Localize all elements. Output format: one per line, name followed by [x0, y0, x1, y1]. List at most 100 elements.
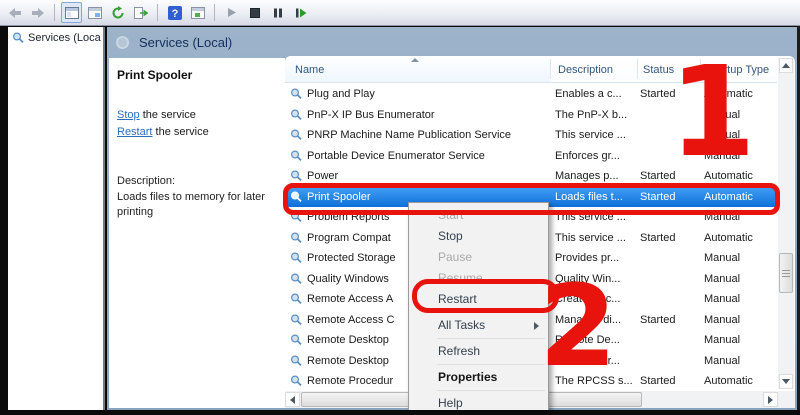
- service-desc: Creates a c...: [552, 293, 637, 305]
- tree-item-services-local[interactable]: Services (Loca: [8, 27, 103, 47]
- service-startup: Manual: [700, 314, 777, 326]
- pause-service-icon[interactable]: [267, 2, 288, 23]
- menu-item-start: Start: [409, 205, 548, 226]
- column-separator[interactable]: [700, 59, 701, 79]
- stop-service-line: Stop the service: [117, 107, 209, 124]
- service-name: Problem Reports: [307, 211, 390, 223]
- service-icon: [290, 334, 302, 346]
- extended-view-pane: Print Spooler Stop the service Restart t…: [109, 58, 285, 408]
- service-desc: Manages p...: [552, 170, 637, 182]
- show-action-pane-icon[interactable]: [187, 2, 208, 23]
- scroll-down-icon: [782, 379, 790, 384]
- service-desc: Quality Win...: [552, 273, 637, 285]
- toolbar-separator: [54, 4, 55, 21]
- service-name: PnP-X IP Bus Enumerator: [307, 109, 435, 121]
- start-service-icon[interactable]: [221, 2, 242, 23]
- scroll-right-button[interactable]: [763, 392, 778, 407]
- column-header-startup-type[interactable]: Startup Type: [707, 64, 769, 76]
- table-row[interactable]: PnP-X IP Bus Enumerator The PnP-X b... M…: [285, 105, 777, 126]
- service-name: Program Compat: [307, 232, 391, 244]
- column-separator[interactable]: [550, 59, 551, 79]
- service-icon: [290, 232, 302, 244]
- help-icon[interactable]: ?: [164, 2, 185, 23]
- service-startup: Manual: [700, 252, 777, 264]
- main-pane-title: Services (Local): [139, 35, 232, 50]
- submenu-arrow-icon: [534, 322, 539, 330]
- service-icon: [290, 170, 302, 182]
- description-label: Description:: [117, 175, 175, 187]
- scroll-left-button[interactable]: [285, 392, 300, 407]
- service-icon: [290, 129, 302, 141]
- toolbar-separator: [214, 4, 215, 21]
- service-startup: Manual: [700, 150, 777, 162]
- menu-item-all-tasks[interactable]: All Tasks: [409, 315, 548, 336]
- service-icon: [290, 293, 302, 305]
- services-mmc-window: ? Services (Loca Services (Local): [0, 0, 800, 415]
- service-startup: Manual: [700, 129, 777, 141]
- service-name: Print Spooler: [307, 191, 371, 203]
- main-pane-header: Services (Local): [107, 27, 797, 58]
- scroll-down-button[interactable]: [779, 374, 793, 389]
- service-startup: Automatic: [700, 88, 777, 100]
- service-startup: Manual: [700, 293, 777, 305]
- service-status: Started: [637, 88, 700, 100]
- service-desc: Remote De...: [552, 334, 637, 346]
- stop-service-link[interactable]: Stop: [117, 109, 140, 121]
- restart-service-icon[interactable]: [290, 2, 311, 23]
- show-console-tree-icon[interactable]: [61, 2, 82, 23]
- stop-service-icon[interactable]: [244, 2, 265, 23]
- service-name: Remote Desktop: [307, 355, 389, 367]
- service-icon: [290, 355, 302, 367]
- column-header-name[interactable]: Name: [295, 64, 324, 76]
- refresh-icon[interactable]: [107, 2, 128, 23]
- table-row[interactable]: PNRP Machine Name Publication Service Th…: [285, 125, 777, 146]
- service-startup: Manual: [700, 273, 777, 285]
- restart-service-link[interactable]: Restart: [117, 126, 152, 138]
- service-name: Remote Access C: [307, 314, 394, 326]
- table-row[interactable]: Portable Device Enumerator Service Enfor…: [285, 146, 777, 167]
- menu-item-stop[interactable]: Stop: [409, 226, 548, 247]
- stop-suffix: the service: [140, 109, 196, 121]
- restart-suffix: the service: [152, 126, 208, 138]
- service-icon: [290, 273, 302, 285]
- export-list-icon[interactable]: [130, 2, 151, 23]
- table-row[interactable]: Power Manages p... Started Automatic: [285, 166, 777, 187]
- scroll-up-button[interactable]: [779, 58, 793, 73]
- menu-separator: [437, 364, 545, 365]
- menu-item-resume: Resume: [409, 268, 548, 289]
- toolbar-separator: [157, 4, 158, 21]
- vertical-scroll-thumb[interactable]: [779, 253, 793, 293]
- service-status: Started: [637, 375, 700, 387]
- service-name: PNRP Machine Name Publication Service: [307, 129, 511, 141]
- toolbar: ?: [0, 0, 800, 26]
- back-icon[interactable]: [4, 2, 25, 23]
- scroll-up-icon: [782, 63, 790, 68]
- menu-item-pause: Pause: [409, 247, 548, 268]
- all-tasks-label: All Tasks: [438, 318, 485, 332]
- service-icon: [290, 211, 302, 223]
- list-header: Name Description Status Startup Type: [285, 56, 777, 83]
- service-description: Loads files to memory for later printing: [117, 190, 275, 220]
- table-row[interactable]: Plug and Play Enables a c... Started Aut…: [285, 84, 777, 105]
- service-desc: Enables a c...: [552, 88, 637, 100]
- column-header-description[interactable]: Description: [558, 64, 613, 76]
- service-desc: This service ...: [552, 232, 637, 244]
- service-icon: [290, 375, 302, 387]
- menu-item-restart[interactable]: Restart: [409, 289, 548, 310]
- window-frame-left: [0, 26, 8, 415]
- vertical-scrollbar[interactable]: [778, 58, 794, 389]
- menu-separator: [437, 390, 545, 391]
- new-window-icon[interactable]: [84, 2, 105, 23]
- column-header-status[interactable]: Status: [643, 64, 674, 76]
- menu-item-refresh[interactable]: Refresh: [409, 341, 548, 362]
- column-separator[interactable]: [637, 59, 638, 79]
- thumb-grip: [782, 276, 790, 277]
- service-desc: The RPCSS s...: [552, 375, 637, 387]
- service-icon: [290, 314, 302, 326]
- service-icon: [290, 252, 302, 264]
- forward-icon[interactable]: [27, 2, 48, 23]
- menu-item-properties[interactable]: Properties: [409, 367, 548, 388]
- menu-separator: [437, 312, 545, 313]
- service-name: Quality Windows: [307, 273, 389, 285]
- services-icon: [12, 32, 24, 44]
